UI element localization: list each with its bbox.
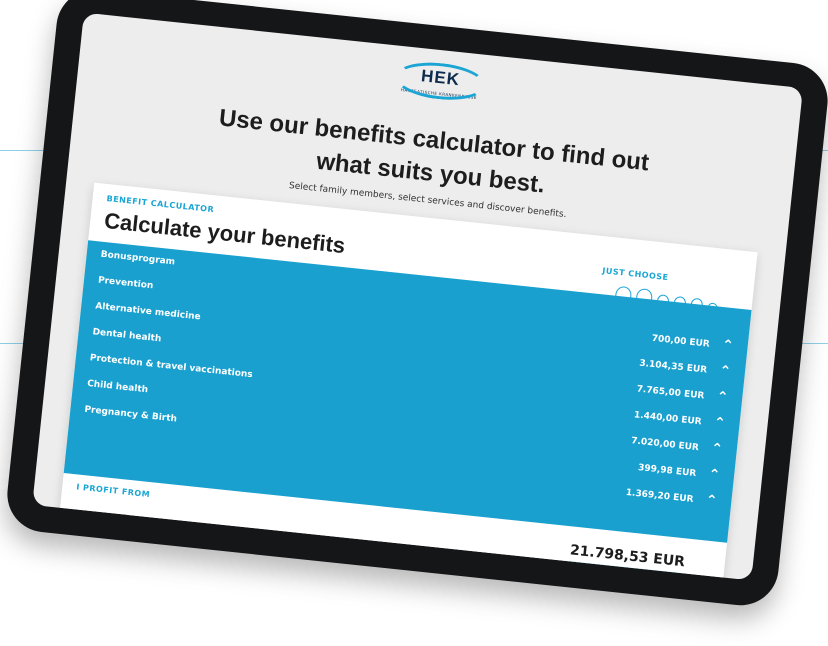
chevron-up-icon[interactable]: ⌃ [721, 337, 734, 354]
benefit-amount: 1.369,20 EUR [625, 487, 694, 505]
benefit-amount: 3.104,35 EUR [638, 358, 708, 376]
chevron-up-icon[interactable]: ⌃ [713, 415, 726, 432]
logo-mark: HEK [393, 58, 488, 104]
benefit-label: Alternative medicine [94, 301, 202, 323]
profit-label: I PROFIT FROM [75, 482, 151, 500]
benefit-amount: 7.765,00 EUR [636, 384, 705, 402]
chevron-up-icon[interactable]: ⌃ [718, 363, 731, 380]
benefit-label: Child health [86, 378, 149, 396]
benefit-label: Bonusprogram [100, 249, 176, 268]
benefit-amount: 7.020,00 EUR [630, 436, 700, 454]
chevron-up-icon[interactable]: ⌃ [710, 441, 723, 458]
benefit-list: Bonusprogram Prevention 700,00 EUR ⌃ Alt… [63, 240, 752, 543]
just-choose-label: JUST CHOOSE [601, 266, 669, 283]
chevron-up-icon[interactable]: ⌃ [705, 492, 718, 509]
benefit-amount: 399,98 EUR [637, 463, 697, 480]
benefit-label: Pregnancy & Birth [83, 404, 178, 425]
total-amount: 21.798,53 EUR [568, 542, 686, 576]
chevron-up-icon[interactable]: ⌃ [716, 389, 729, 406]
tablet-frame: HEK HANSEATISCHE KRANKENKASSE Use our be… [3, 0, 828, 610]
benefit-label: Prevention [97, 275, 154, 292]
benefit-calculator-card: BENEFIT CALCULATOR Calculate your benefi… [58, 182, 758, 581]
benefit-amount: 1.440,00 EUR [633, 410, 703, 428]
chevron-up-icon[interactable]: ⌃ [708, 466, 721, 483]
benefit-amount: 700,00 EUR [651, 333, 711, 350]
tablet-screen: HEK HANSEATISCHE KRANKENKASSE Use our be… [32, 12, 803, 581]
benefit-label: Dental health [92, 327, 162, 345]
